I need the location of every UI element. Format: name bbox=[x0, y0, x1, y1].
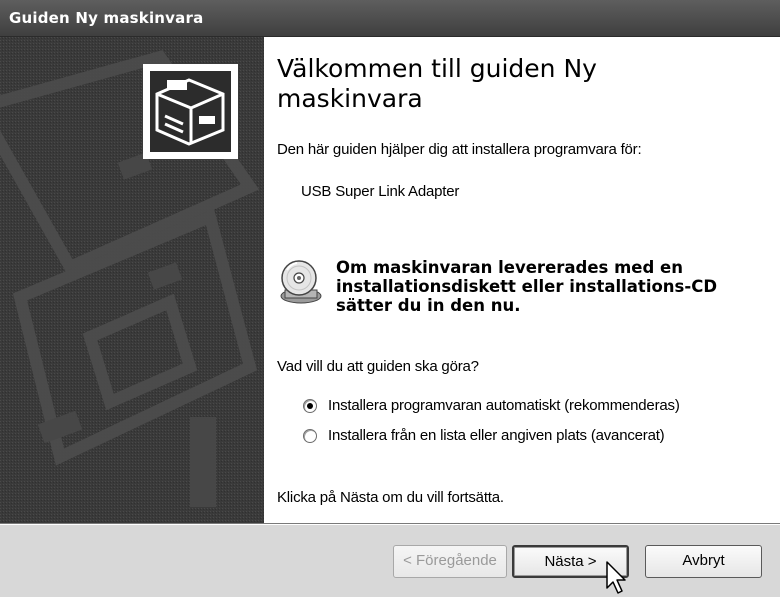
continue-instruction: Klicka på Nästa om du vill fortsätta. bbox=[277, 489, 504, 506]
window-title: Guiden Ny maskinvara bbox=[9, 9, 204, 27]
intro-text: Den här guiden hjälper dig att installer… bbox=[277, 141, 642, 158]
insert-disk-notice: Om maskinvaran levererades med en instal… bbox=[336, 258, 718, 315]
wizard-side-banner bbox=[0, 37, 264, 523]
hardware-wizard-icon bbox=[143, 64, 238, 159]
question-text: Vad vill du att guiden ska göra? bbox=[277, 358, 479, 375]
mouse-pointer-icon bbox=[606, 561, 626, 594]
back-button[interactable]: < Föregående bbox=[393, 545, 507, 578]
cancel-button[interactable]: Avbryt bbox=[645, 545, 762, 578]
device-name: USB Super Link Adapter bbox=[301, 183, 460, 200]
cd-icon bbox=[280, 260, 322, 304]
radio-button[interactable] bbox=[303, 429, 317, 443]
option-label[interactable]: Installera programvaran automatiskt (rek… bbox=[328, 397, 680, 414]
radio-button-selected[interactable] bbox=[303, 399, 317, 413]
page-title: Välkommen till guiden Ny maskinvara bbox=[277, 54, 597, 113]
option-label[interactable]: Installera från en lista eller angiven p… bbox=[328, 427, 665, 444]
wizard-window: Guiden Ny maskinvara Välkommen till guid… bbox=[0, 0, 780, 597]
title-bar[interactable]: Guiden Ny maskinvara bbox=[0, 0, 780, 37]
